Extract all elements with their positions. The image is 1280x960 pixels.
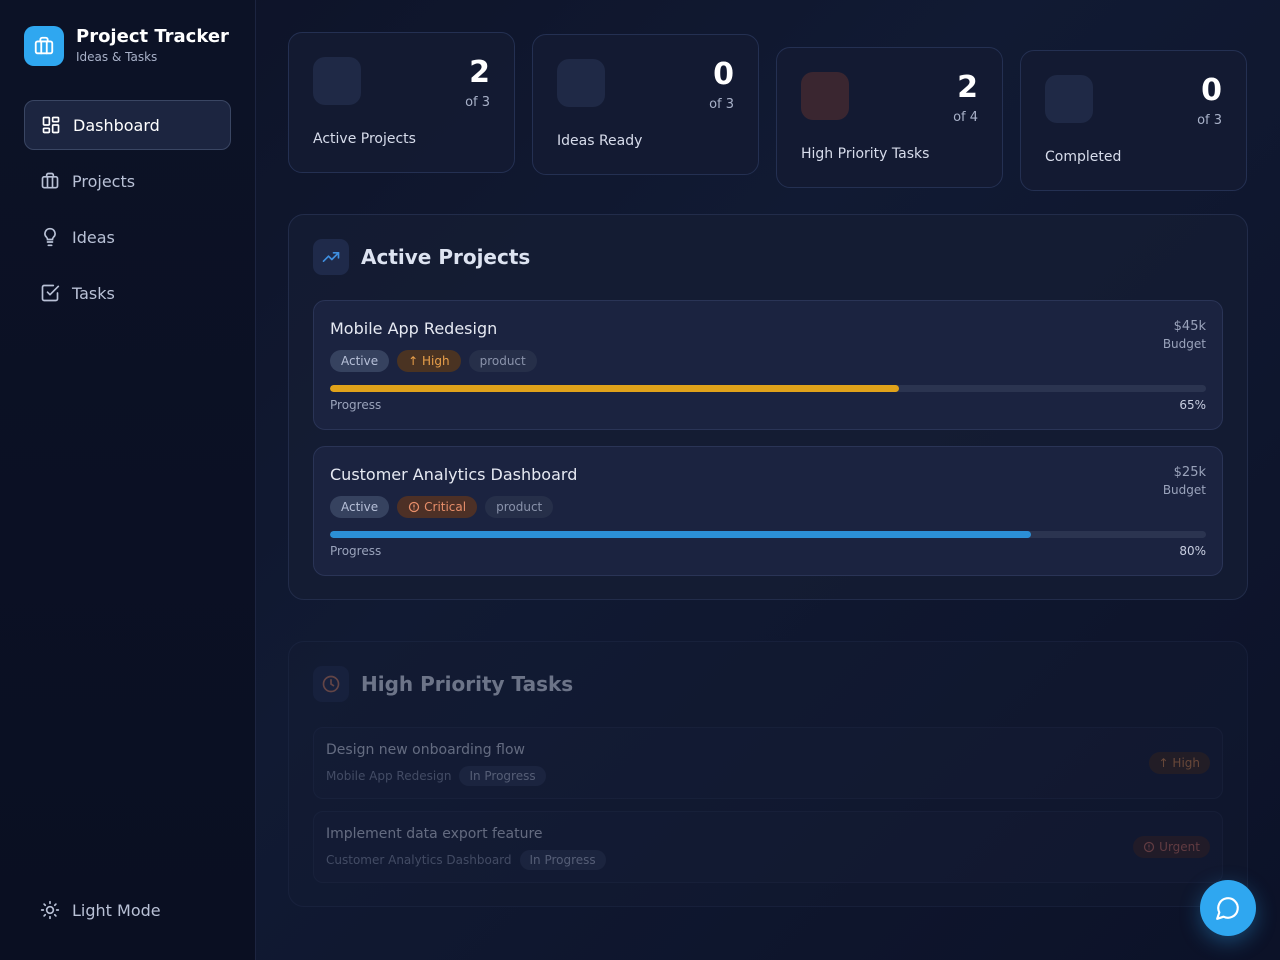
progress-value: 65% (1179, 398, 1206, 412)
status-badge: Active (330, 496, 390, 518)
high-priority-tasks-panel: High Priority Tasks Design new onboardin… (288, 641, 1248, 907)
panel-title: Active Projects (361, 245, 531, 269)
app-title: Project Tracker (76, 26, 229, 47)
app-subtitle: Ideas & Tasks (76, 50, 158, 64)
task-status-badge: In Progress (519, 850, 606, 870)
stat-total: of 4 (953, 110, 978, 125)
priority-label: Critical (424, 500, 467, 514)
stat-icon-tile (557, 59, 605, 107)
sidebar: Project Tracker Ideas & Tasks Dashboard … (0, 0, 256, 960)
progress-bar-fill (330, 531, 1031, 538)
priority-badge: Critical (397, 496, 478, 518)
sidebar-item-label: Projects (72, 171, 136, 191)
project-budget: $25k (1173, 465, 1206, 480)
sidebar-nav: Dashboard Projects Ideas Tasks (24, 100, 231, 324)
project-card-mobile-app-redesign[interactable]: Mobile App Redesign $45k Budget Active ↑… (313, 300, 1223, 430)
priority-badge: ↑ High (397, 350, 461, 372)
stat-value: 0 (1201, 73, 1222, 108)
progress-bar-fill (330, 385, 900, 392)
stat-total: of 3 (465, 95, 490, 110)
light-mode-toggle[interactable]: Light Mode (40, 900, 161, 920)
sidebar-item-label: Ideas (72, 227, 115, 247)
status-badge: Active (330, 350, 390, 372)
brand[interactable]: Project Tracker Ideas & Tasks (24, 26, 229, 66)
task-project: Customer Analytics Dashboard (326, 853, 512, 867)
stat-value: 2 (469, 55, 490, 90)
stat-card-active-projects[interactable]: 2 of 3 Active Projects (288, 32, 515, 173)
project-budget-label: Budget (1162, 337, 1206, 351)
chat-button[interactable] (1200, 880, 1256, 936)
progress-label: Progress (330, 544, 382, 558)
progress-label: Progress (330, 398, 382, 412)
clock-icon (313, 666, 349, 702)
alert-circle-icon (1143, 841, 1155, 853)
stat-total: of 3 (1197, 113, 1222, 128)
stat-total: of 3 (709, 97, 734, 112)
sidebar-item-tasks[interactable]: Tasks (24, 268, 231, 318)
lightbulb-icon (40, 227, 60, 247)
panel-title: High Priority Tasks (361, 672, 574, 696)
stat-card-ideas-ready[interactable]: 0 of 3 Ideas Ready (532, 34, 759, 175)
task-priority-badge: Urgent (1133, 836, 1210, 858)
project-name: Customer Analytics Dashboard (330, 465, 578, 484)
category-badge: product (485, 496, 554, 518)
stat-card-high-priority-tasks[interactable]: 2 of 4 High Priority Tasks (776, 47, 1003, 188)
sun-icon (40, 900, 60, 920)
task-project: Mobile App Redesign (326, 769, 452, 783)
progress-bar (330, 531, 1206, 538)
stat-icon-tile (1045, 75, 1093, 123)
stat-icon-tile (313, 57, 361, 105)
alert-circle-icon (408, 501, 420, 513)
progress-bar (330, 385, 1206, 392)
sidebar-item-label: Tasks (72, 283, 115, 303)
sidebar-item-label: Dashboard (73, 115, 160, 135)
task-status-badge: In Progress (459, 766, 546, 786)
active-projects-panel: Active Projects Mobile App Redesign $45k… (288, 214, 1248, 600)
stat-value: 0 (713, 57, 734, 92)
stat-label: High Priority Tasks (801, 146, 930, 162)
task-row[interactable]: Design new onboarding flow Mobile App Re… (313, 727, 1223, 799)
stat-card-completed[interactable]: 0 of 3 Completed (1020, 50, 1247, 191)
stat-icon-tile (801, 72, 849, 120)
project-name: Mobile App Redesign (330, 319, 498, 338)
stat-label: Ideas Ready (557, 133, 643, 149)
project-budget-label: Budget (1162, 483, 1206, 497)
project-budget: $45k (1173, 319, 1206, 334)
sidebar-item-projects[interactable]: Projects (24, 156, 231, 206)
priority-label: Urgent (1159, 840, 1200, 854)
stat-label: Active Projects (313, 131, 416, 147)
light-mode-label: Light Mode (72, 900, 161, 920)
briefcase-logo-icon (24, 26, 64, 66)
sidebar-item-ideas[interactable]: Ideas (24, 212, 231, 262)
progress-value: 80% (1179, 544, 1206, 558)
category-badge: product (468, 350, 537, 372)
stat-label: Completed (1045, 149, 1122, 165)
task-name: Design new onboarding flow (326, 742, 525, 758)
sidebar-item-dashboard[interactable]: Dashboard (24, 100, 231, 150)
checkbox-icon (40, 283, 60, 303)
project-card-customer-analytics-dashboard[interactable]: Customer Analytics Dashboard $25k Budget… (313, 446, 1223, 576)
task-priority-badge: ↑ High (1148, 752, 1210, 774)
stat-value: 2 (957, 70, 978, 105)
dashboard-icon (41, 115, 61, 135)
trending-up-icon (313, 239, 349, 275)
chat-bubble-icon (1215, 895, 1241, 921)
task-name: Implement data export feature (326, 826, 543, 842)
briefcase-icon (40, 171, 60, 191)
task-row[interactable]: Implement data export feature Customer A… (313, 811, 1223, 883)
